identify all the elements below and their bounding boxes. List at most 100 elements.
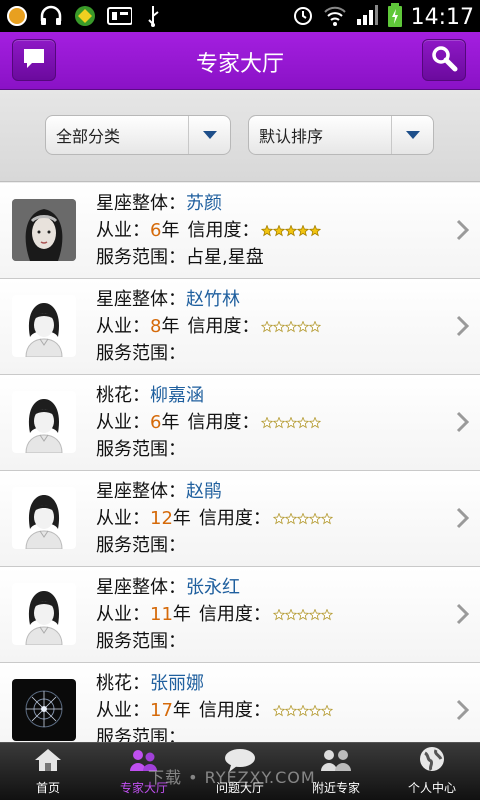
years-unit: 年 (161, 220, 180, 241)
expert-category-line: 星座整体：赵竹林 (96, 285, 240, 311)
expert-category: 星座整体： (96, 193, 186, 214)
chevron-right-icon (456, 219, 470, 245)
expert-service-line: 服务范围： (96, 723, 186, 742)
expert-row[interactable]: 桃花：张丽娜 从业：17年 信用度： 服务范围： (0, 663, 480, 742)
clock: 14:17 (410, 4, 474, 30)
credit-label: 信用度： (187, 412, 260, 433)
credit-label: 信用度： (198, 700, 271, 721)
expert-service-line: 服务范围： (96, 339, 186, 365)
tab-label: 附近专家 (311, 781, 360, 795)
chevron-down-icon (188, 116, 230, 154)
service-label: 服务范围： (96, 247, 186, 268)
years-label: 从业： (96, 700, 150, 721)
years-value: 12 (150, 508, 173, 529)
category-select[interactable]: 全部分类 (45, 115, 231, 155)
notification-dot-icon (4, 4, 30, 28)
years-unit: 年 (161, 316, 180, 337)
sort-select[interactable]: 默认排序 (248, 115, 434, 155)
chevron-right-icon (456, 603, 470, 629)
avatar (12, 487, 76, 549)
tab-profile[interactable]: 个人中心 (384, 743, 480, 800)
watermark: 下载 • RYEZXY.COM (148, 768, 316, 787)
expert-row[interactable]: 星座整体：赵鹃 从业：12年 信用度： 服务范围： (0, 471, 480, 567)
service-value: 占星,星盘 (186, 247, 264, 268)
years-label: 从业： (96, 508, 150, 529)
usb-icon (140, 4, 166, 28)
expert-row[interactable]: 星座整体：张永红 从业：11年 信用度： 服务范围： (0, 567, 480, 663)
expert-service-line: 服务范围： (96, 435, 186, 461)
expert-category: 桃花： (96, 385, 150, 406)
category-select-label: 全部分类 (56, 127, 121, 146)
years-unit: 年 (172, 508, 191, 529)
rating-stars-icon (261, 317, 322, 338)
years-unit: 年 (172, 604, 191, 625)
avatar (12, 295, 76, 357)
sd-card-icon (106, 4, 132, 28)
search-icon (430, 44, 458, 76)
page-title: 专家大厅 (195, 52, 284, 77)
rating-stars-icon (272, 605, 334, 626)
chevron-down-icon (391, 116, 433, 154)
years-value: 11 (150, 604, 173, 625)
expert-name: 赵鹃 (186, 481, 222, 502)
expert-category-line: 星座整体：苏颜 (96, 189, 222, 215)
notification-icons (4, 4, 166, 28)
expert-name: 张永红 (186, 577, 240, 598)
tab-label: 个人中心 (407, 781, 456, 795)
expert-name: 赵竹林 (186, 289, 240, 310)
expert-category-line: 星座整体：张永红 (96, 573, 240, 599)
years-label: 从业： (96, 412, 150, 433)
avatar (12, 583, 76, 645)
expert-years-line: 从业：6年 信用度： (96, 216, 322, 242)
avatar (12, 679, 76, 741)
chevron-right-icon (456, 507, 470, 533)
expert-service-line: 服务范围： (96, 627, 186, 653)
expert-category-line: 桃花：柳嘉涵 (96, 381, 204, 407)
chevron-right-icon (456, 315, 470, 341)
years-unit: 年 (172, 700, 191, 721)
globe-icon (417, 745, 447, 777)
rating-stars-icon (272, 509, 334, 530)
service-label: 服务范围： (96, 439, 186, 460)
title-bar: 专家大厅 (0, 32, 480, 90)
tab-label: 首页 (35, 781, 60, 795)
expert-row[interactable]: 桃花：柳嘉涵 从业：6年 信用度： 服务范围： (0, 375, 480, 471)
expert-row[interactable]: 星座整体：苏颜 从业：6年 信用度： 服务范围：占星,星盘 (0, 183, 480, 279)
tab-home[interactable]: 首页 (0, 743, 96, 800)
expert-name: 柳嘉涵 (150, 385, 204, 406)
credit-label: 信用度： (198, 604, 271, 625)
avatar (12, 391, 76, 453)
years-value: 8 (150, 316, 162, 337)
years-label: 从业： (96, 316, 150, 337)
status-bar: 14:17 (0, 0, 480, 32)
expert-service-line: 服务范围： (96, 531, 186, 557)
alarm-icon (291, 3, 315, 31)
avatar (12, 199, 76, 261)
expert-years-line: 从业：6年 信用度： (96, 408, 322, 434)
search-button[interactable] (422, 39, 466, 81)
years-unit: 年 (161, 412, 180, 433)
chevron-right-icon (456, 411, 470, 437)
system-icons: 14:17 (291, 2, 474, 32)
expert-category: 桃花： (96, 673, 150, 694)
app-store-icon (72, 4, 98, 28)
service-label: 服务范围： (96, 535, 186, 556)
expert-category: 星座整体： (96, 577, 186, 598)
expert-years-line: 从业：12年 信用度： (96, 504, 334, 530)
filter-bar: 全部分类 默认排序 (0, 90, 480, 182)
expert-name: 张丽娜 (150, 673, 204, 694)
expert-category-line: 星座整体：赵鹃 (96, 477, 222, 503)
expert-row[interactable]: 星座整体：赵竹林从业：8年 信用度： 服务范围： (0, 279, 480, 375)
years-label: 从业： (96, 220, 150, 241)
headset-icon (38, 4, 64, 28)
expert-years-line: 从业：17年 信用度： (96, 696, 334, 722)
expert-list: 星座整体：苏颜 从业：6年 信用度： 服务范围：占星,星盘 星座整体：赵竹林 从业：8年信… (0, 183, 480, 742)
credit-label: 信用度： (187, 316, 260, 337)
years-value: 6 (150, 412, 162, 433)
expert-category: 星座整体： (96, 289, 186, 310)
rating-stars-icon (272, 701, 334, 722)
chevron-right-icon (456, 699, 470, 725)
years-value: 17 (150, 700, 173, 721)
credit-label: 信用度： (187, 220, 260, 241)
service-label: 服务范围： (96, 727, 186, 742)
